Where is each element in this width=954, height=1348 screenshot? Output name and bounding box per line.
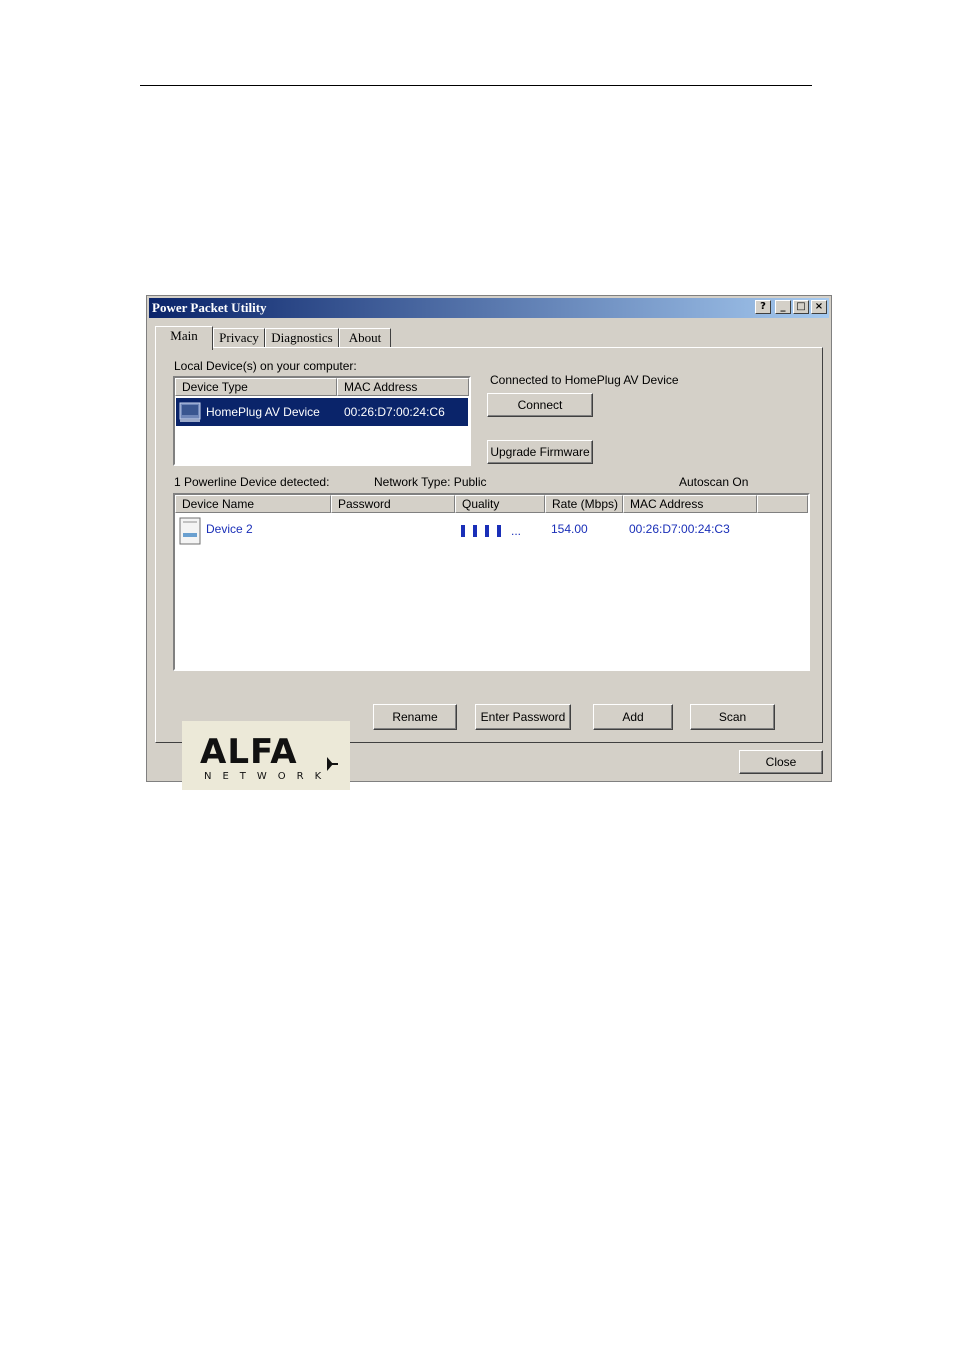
power-packet-utility-window: Power Packet Utility ? _ □ × Main Privac… — [146, 295, 832, 790]
autoscan-label: Autoscan On — [679, 475, 749, 489]
close-button[interactable]: Close — [739, 750, 823, 774]
enter-password-button[interactable]: Enter Password — [475, 704, 571, 730]
main-tab-panel: Local Device(s) on your computer: Device… — [155, 347, 823, 790]
column-mac-address[interactable]: MAC Address — [337, 378, 469, 396]
column-device-type[interactable]: Device Type — [175, 378, 337, 396]
title-bar-buttons: ? _ □ × — [755, 300, 827, 314]
logo-main-text: ALFA — [200, 732, 298, 772]
local-devices-list[interactable]: Device Type MAC Address HomePlug AV Devi… — [173, 376, 471, 466]
window-title: Power Packet Utility — [152, 300, 267, 315]
connect-button[interactable]: Connect — [487, 393, 593, 417]
column-quality[interactable]: Quality — [455, 495, 545, 513]
powerline-device-name: Device 2 — [206, 522, 253, 536]
tab-about[interactable]: About — [339, 328, 391, 348]
local-device-type: HomePlug AV Device — [206, 405, 320, 419]
column-device-name[interactable]: Device Name — [175, 495, 331, 513]
tab-main[interactable]: Main — [155, 326, 213, 350]
column-rate[interactable]: Rate (Mbps) — [545, 495, 623, 513]
rename-button[interactable]: Rename — [373, 704, 457, 730]
powerline-device-icon — [179, 517, 201, 545]
close-window-button[interactable]: × — [811, 300, 827, 314]
quality-more: ... — [511, 524, 522, 538]
powerline-device-rate: 154.00 — [551, 522, 588, 536]
upgrade-firmware-button[interactable]: Upgrade Firmware — [487, 440, 593, 464]
network-type-label: Network Type: Public — [374, 475, 487, 489]
quality-bars: ... — [461, 524, 521, 538]
local-device-mac: 00:26:D7:00:24:C6 — [344, 405, 445, 419]
local-device-row[interactable]: HomePlug AV Device 00:26:D7:00:24:C6 — [176, 398, 468, 426]
logo-sub-text: NETWORK — [204, 771, 333, 782]
maximize-button[interactable]: □ — [793, 300, 809, 314]
help-button[interactable]: ? — [755, 300, 771, 314]
powerline-devices-list[interactable]: Device Name Password Quality Rate (Mbps)… — [173, 493, 810, 671]
local-devices-label: Local Device(s) on your computer: — [174, 359, 357, 373]
tab-diagnostics[interactable]: Diagnostics — [265, 328, 339, 348]
powerline-detected-label: 1 Powerline Device detected: — [174, 475, 330, 489]
scan-button[interactable]: Scan — [690, 704, 775, 730]
quality-bar — [497, 525, 501, 537]
add-button[interactable]: Add — [593, 704, 673, 730]
quality-bar — [461, 525, 465, 537]
powerline-device-row[interactable]: Device 2 ... 154.00 00:26:D7:00:24:C3 — [175, 515, 808, 545]
minimize-button[interactable]: _ — [775, 300, 791, 314]
tab-privacy[interactable]: Privacy — [213, 328, 265, 348]
quality-bar — [473, 525, 477, 537]
powerline-adapter-icon — [179, 402, 201, 422]
quality-bar — [485, 525, 489, 537]
powerline-device-mac: 00:26:D7:00:24:C3 — [629, 522, 730, 536]
alfa-network-logo: ALFA NETWORK — [182, 721, 350, 790]
connection-status: Connected to HomePlug AV Device — [490, 373, 679, 387]
title-bar[interactable]: Power Packet Utility ? _ □ × — [149, 298, 829, 318]
column-mac-address-2[interactable]: MAC Address — [623, 495, 757, 513]
column-spacer — [757, 495, 808, 513]
column-password[interactable]: Password — [331, 495, 455, 513]
page-header-rule — [140, 85, 812, 86]
